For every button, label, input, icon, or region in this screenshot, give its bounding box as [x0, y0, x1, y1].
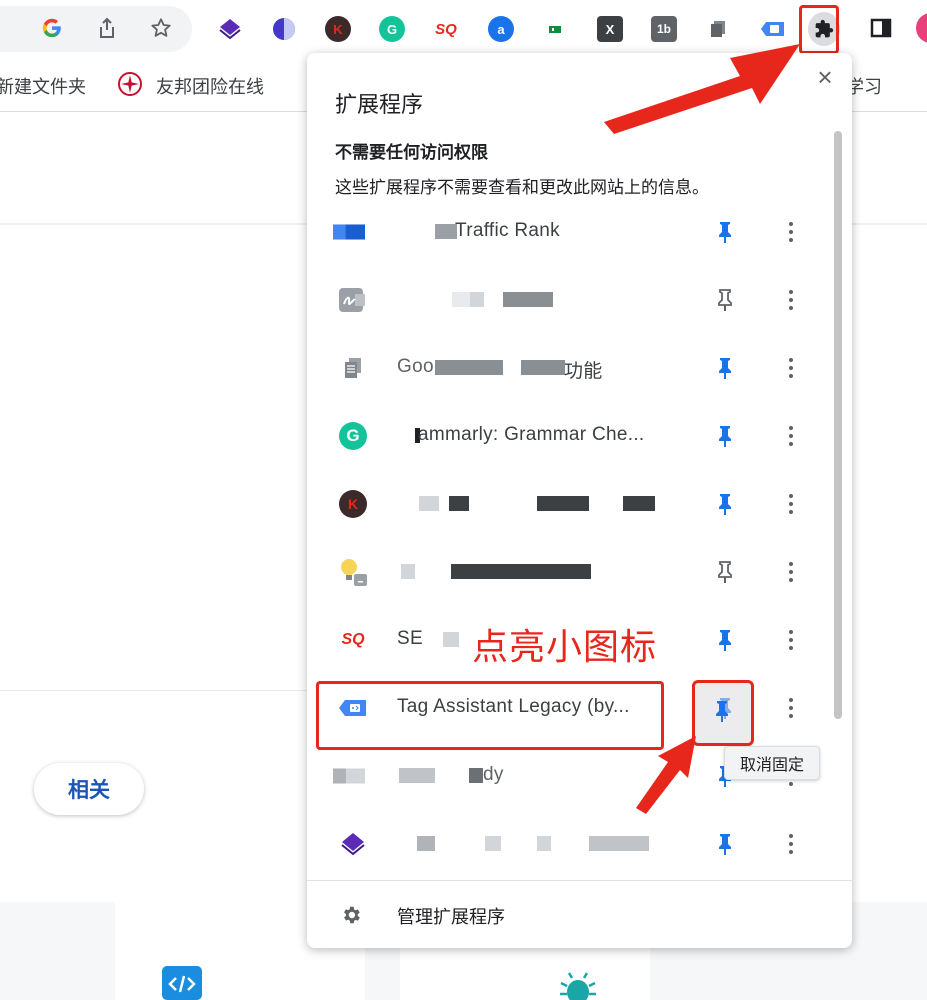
pin-outline-icon[interactable] [711, 286, 739, 314]
extensions-menu: 扩展程序 × 不需要任何访问权限 这些扩展程序不需要查看和更改此网站上的信息。 … [307, 53, 852, 948]
extension-row[interactable]: K [307, 470, 827, 538]
seo-sq-extension-icon[interactable]: SQ [433, 16, 459, 42]
grammarly-extension-icon[interactable]: G [379, 16, 405, 42]
extension-name: ammarly: Grammar Che... [418, 424, 645, 445]
pin-icon[interactable] [711, 218, 739, 246]
pin-icon[interactable] [711, 830, 739, 858]
extension-name: SE [397, 628, 423, 649]
docs-copy-icon [337, 352, 369, 384]
blurred-text [399, 768, 435, 783]
extension-row[interactable]: Traffic Rank [307, 198, 827, 266]
seo-sq-icon: SQ [341, 631, 365, 648]
extension-row[interactable] [307, 266, 827, 334]
blurred-text [417, 836, 435, 851]
manage-extensions-label: 管理扩展程序 [397, 907, 505, 927]
more-options-icon[interactable] [779, 422, 803, 450]
extension-name: dy [483, 764, 504, 785]
star-bookmark-icon[interactable] [146, 13, 176, 43]
section-description: 这些扩展程序不需要查看和更改此网站上的信息。 [335, 178, 709, 197]
tag-assistant-highlight-box [316, 681, 664, 750]
blurred-text [443, 632, 459, 647]
blurred-text [452, 292, 470, 307]
related-button[interactable]: 相关 [34, 763, 144, 815]
blurred-text [623, 496, 655, 511]
aia-logo-icon [117, 71, 143, 102]
close-icon[interactable]: × [811, 62, 839, 92]
blurred-text [435, 224, 457, 239]
extensions-menu-title: 扩展程序 [335, 92, 424, 117]
extension-name: Traffic Rank [455, 220, 560, 241]
callout-text: 点亮小图标 [472, 626, 658, 667]
code-bird-icon [160, 964, 204, 1000]
extension-row[interactable] [307, 538, 827, 606]
more-options-icon[interactable] [779, 694, 803, 722]
gear-icon [339, 903, 363, 927]
a-circle-extension-icon[interactable]: a [488, 16, 514, 42]
blurred-text [503, 292, 553, 307]
blurred-text [537, 496, 589, 511]
blurred-text [521, 360, 565, 375]
blurred-text [449, 496, 469, 511]
side-panel-icon[interactable] [866, 13, 896, 43]
half-moon-extension-icon[interactable] [271, 16, 297, 42]
blurred-icon [333, 760, 365, 792]
more-options-icon[interactable] [779, 490, 803, 518]
pin-icon[interactable] [711, 626, 739, 654]
bookmark-aia-group[interactable]: 友邦团险在线 [156, 73, 264, 99]
traffic-rank-icon [333, 216, 365, 248]
extension-row[interactable] [307, 810, 827, 878]
extensions-scrollbar[interactable] [831, 123, 845, 883]
k-circle-icon: K [339, 490, 367, 518]
blurred-text [589, 836, 649, 851]
profile-avatar[interactable] [916, 13, 927, 43]
extension-name-prefix: Goo [397, 356, 434, 377]
pin-icon[interactable] [714, 700, 730, 727]
blurred-text [485, 836, 501, 851]
share-icon[interactable] [92, 13, 122, 43]
purple-diamond-extension-icon[interactable] [217, 16, 243, 42]
more-options-icon[interactable] [779, 218, 803, 246]
pin-icon[interactable] [711, 354, 739, 382]
more-options-icon[interactable] [779, 830, 803, 858]
blurred-text [401, 564, 415, 579]
green-flag-extension-icon[interactable] [542, 16, 568, 42]
blurred-text [435, 360, 503, 375]
extension-name: 功能 [564, 361, 603, 382]
lightbulb-icon [337, 556, 369, 588]
k-extension-icon[interactable]: K [325, 16, 351, 42]
scrollbar-thumb[interactable] [834, 131, 842, 719]
more-options-icon[interactable] [779, 626, 803, 654]
more-options-icon[interactable] [779, 558, 803, 586]
red-arrow-to-pin [636, 736, 696, 814]
blurred-text [537, 836, 551, 851]
bookmark-folder-new[interactable]: 新建文件夹 [0, 73, 86, 99]
pin-icon[interactable] [711, 422, 739, 450]
blurred-text [470, 292, 484, 307]
blurred-text [419, 496, 439, 511]
page-divider [0, 690, 310, 691]
unpin-tooltip: 取消固定 [724, 746, 820, 780]
google-g-icon[interactable] [37, 13, 67, 43]
manage-extensions-button[interactable]: 管理扩展程序 [307, 881, 852, 948]
section-title: 不需要任何访问权限 [335, 143, 488, 162]
blurred-text [451, 564, 591, 579]
more-options-icon[interactable] [779, 286, 803, 314]
signature-icon [337, 284, 369, 316]
red-arrow-to-puzzle [604, 44, 800, 134]
purple-diamond-icon [337, 828, 369, 860]
extension-row[interactable]: G ammarly: Grammar Che... [307, 402, 827, 470]
blurred-text [469, 768, 483, 783]
bug-icon [558, 972, 598, 1000]
extension-row[interactable]: Goo 功能 [307, 334, 827, 402]
pin-icon[interactable] [711, 490, 739, 518]
pin-outline-icon[interactable] [711, 558, 739, 586]
more-options-icon[interactable] [779, 354, 803, 382]
grammarly-icon: G [339, 422, 367, 450]
